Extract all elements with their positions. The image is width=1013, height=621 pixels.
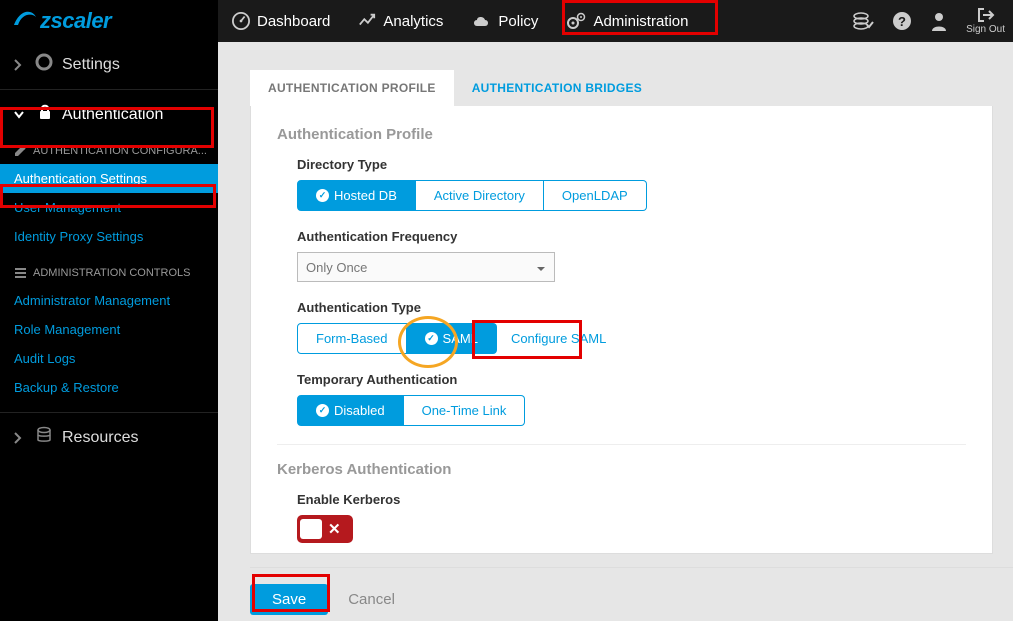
chevron-right-icon (14, 59, 22, 71)
admin-controls-header: ADMINISTRATION CONTROLS (0, 259, 218, 286)
temp-auth-one-time-link[interactable]: One-Time Link (404, 395, 526, 426)
sidebar-auth-settings[interactable]: Authentication Settings (0, 164, 218, 193)
x-icon: ✕ (328, 520, 341, 538)
tab-auth-bridges[interactable]: AUTHENTICATION BRIDGES (454, 70, 660, 106)
tab-auth-profile[interactable]: AUTHENTICATION PROFILE (250, 70, 454, 106)
signout-button[interactable]: Sign Out (966, 7, 1005, 35)
sliders-icon (14, 266, 27, 279)
main-content: AUTHENTICATION PROFILE AUTHENTICATION BR… (218, 42, 1013, 621)
signout-label: Sign Out (966, 24, 1005, 35)
auth-profile-panel: Authentication Profile Directory Type ✓ … (250, 106, 993, 554)
cancel-button[interactable]: Cancel (348, 591, 395, 608)
sidebar-label: Resources (62, 429, 138, 447)
header-text: ADMINISTRATION CONTROLS (33, 267, 190, 279)
user-icon[interactable] (930, 11, 948, 32)
auth-type-saml[interactable]: ✓ SAML (407, 323, 497, 354)
gears-icon (566, 12, 586, 30)
sidebar-backup-restore[interactable]: Backup & Restore (0, 373, 218, 402)
topbar: zscaler Dashboard Analytics Policy Admin… (0, 0, 1013, 42)
auth-type-block: Authentication Type Form-Based ✓ SAML Co… (277, 300, 966, 354)
wrench-icon (14, 144, 27, 157)
nav-label: Dashboard (257, 13, 330, 30)
nav-dashboard[interactable]: Dashboard (218, 0, 344, 42)
directory-active-directory[interactable]: Active Directory (416, 180, 544, 211)
activation-icon[interactable] (852, 11, 874, 32)
select-value: Only Once (306, 260, 367, 275)
sidebar-settings[interactable]: Settings (0, 42, 218, 87)
sidebar: Settings Authentication AUTHENTICATION C… (0, 42, 218, 621)
directory-type-block: Directory Type ✓ Hosted DB Active Direct… (277, 157, 966, 211)
gear-icon (35, 53, 53, 76)
nav-analytics[interactable]: Analytics (344, 0, 457, 42)
sidebar-label: Settings (62, 56, 120, 74)
temp-auth-block: Temporary Authentication ✓ Disabled One-… (277, 372, 966, 426)
field-label: Temporary Authentication (297, 372, 966, 387)
option-label: OpenLDAP (562, 188, 628, 203)
top-navigation: Dashboard Analytics Policy Administratio… (218, 0, 702, 42)
database-icon (35, 426, 53, 449)
sidebar-admin-management[interactable]: Administrator Management (0, 286, 218, 315)
field-label: Authentication Frequency (297, 229, 966, 244)
option-label: Form-Based (316, 331, 388, 346)
analytics-icon (358, 12, 376, 30)
kerberos-block: Enable Kerberos ✕ (277, 492, 966, 543)
tab-bar: AUTHENTICATION PROFILE AUTHENTICATION BR… (218, 42, 1013, 106)
auth-config-header: AUTHENTICATION CONFIGURA... (0, 137, 218, 164)
temp-auth-disabled[interactable]: ✓ Disabled (297, 395, 404, 426)
auth-type-form-based[interactable]: Form-Based (297, 323, 407, 354)
section-title: Authentication Profile (277, 126, 966, 143)
kerberos-section-title: Kerberos Authentication (277, 461, 966, 478)
temp-auth-group: ✓ Disabled One-Time Link (297, 395, 966, 426)
option-label: SAML (443, 331, 478, 346)
brand-swoosh-icon (12, 7, 38, 35)
brand-name: zscaler (40, 8, 111, 34)
nav-label: Administration (593, 13, 688, 30)
chevron-down-icon (536, 260, 546, 275)
auth-frequency-block: Authentication Frequency Only Once (277, 229, 966, 282)
lock-icon (37, 103, 53, 126)
header-text: AUTHENTICATION CONFIGURA... (33, 145, 207, 157)
sidebar-audit-logs[interactable]: Audit Logs (0, 344, 218, 373)
svg-text:?: ? (898, 14, 906, 29)
check-icon: ✓ (316, 189, 329, 202)
auth-type-group: Form-Based ✓ SAML (297, 323, 497, 354)
directory-openldap[interactable]: OpenLDAP (544, 180, 647, 211)
check-icon: ✓ (316, 404, 329, 417)
cloud-icon (471, 13, 491, 29)
sidebar-identity-proxy[interactable]: Identity Proxy Settings (0, 222, 218, 251)
footer-actions: Save Cancel (250, 567, 1013, 621)
auth-frequency-select[interactable]: Only Once (297, 252, 555, 282)
field-label: Directory Type (297, 157, 966, 172)
option-label: Hosted DB (334, 188, 397, 203)
sidebar-user-management[interactable]: User Management (0, 193, 218, 222)
directory-type-group: ✓ Hosted DB Active Directory OpenLDAP (297, 180, 966, 211)
field-label: Enable Kerberos (297, 492, 966, 507)
sidebar-role-management[interactable]: Role Management (0, 315, 218, 344)
option-label: Active Directory (434, 188, 525, 203)
sidebar-authentication[interactable]: Authentication (0, 92, 218, 137)
nav-administration[interactable]: Administration (552, 0, 702, 42)
field-label: Authentication Type (297, 300, 966, 315)
kerberos-toggle[interactable]: ✕ (297, 515, 353, 543)
option-label: One-Time Link (422, 403, 507, 418)
chevron-down-icon (14, 111, 24, 119)
sidebar-resources[interactable]: Resources (0, 415, 218, 460)
save-button[interactable]: Save (250, 584, 328, 615)
sidebar-label: Authentication (62, 106, 163, 124)
check-icon: ✓ (425, 332, 438, 345)
dashboard-icon (232, 12, 250, 30)
chevron-right-icon (14, 432, 22, 444)
configure-saml-link[interactable]: Configure SAML (511, 331, 606, 346)
nav-label: Policy (498, 13, 538, 30)
help-icon[interactable]: ? (892, 11, 912, 32)
nav-label: Analytics (383, 13, 443, 30)
option-label: Disabled (334, 403, 385, 418)
toggle-knob (300, 519, 322, 539)
directory-hosted-db[interactable]: ✓ Hosted DB (297, 180, 416, 211)
nav-policy[interactable]: Policy (457, 0, 552, 42)
topbar-right: ? Sign Out (852, 0, 1005, 42)
brand-logo: zscaler (0, 0, 218, 42)
